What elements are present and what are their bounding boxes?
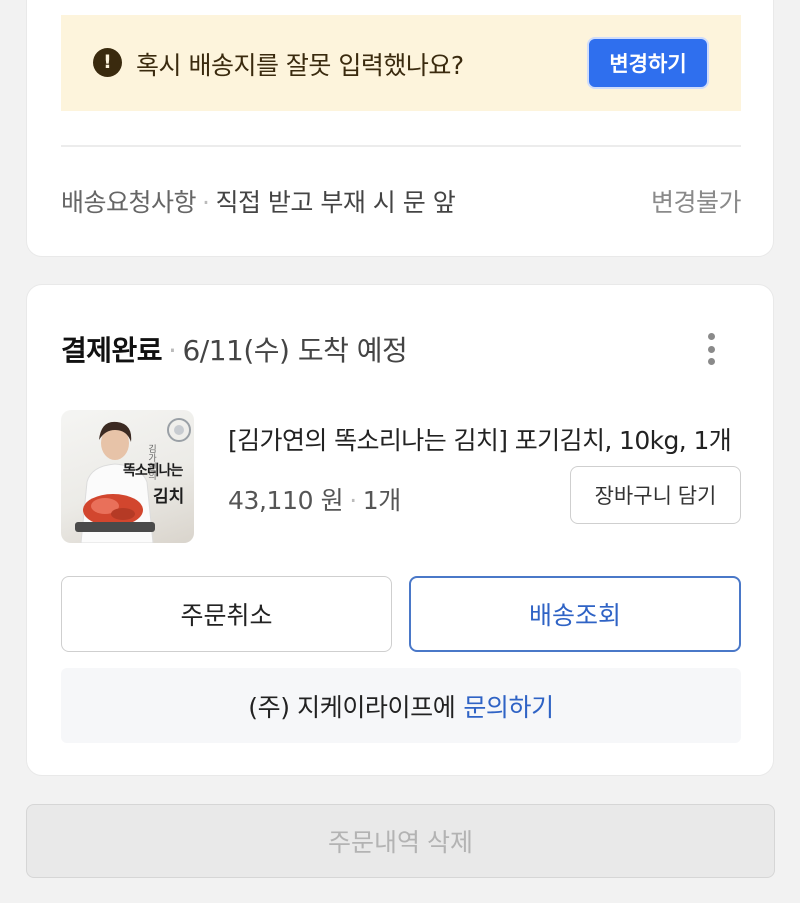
delete-order-button[interactable]: 주문내역 삭제 bbox=[26, 804, 775, 878]
product-price-row: 43,110 원 · 1개 bbox=[228, 481, 401, 517]
delivery-info-card: ! 혹시 배송지를 잘못 입력했나요? 변경하기 배송요청사항 · 직접 받고 부재… bbox=[26, 0, 774, 257]
delivery-request-value: 직접 받고 부재 시 문 앞 bbox=[215, 188, 456, 217]
seller-name: (주) 지케이라이프에 bbox=[248, 692, 456, 722]
product-thumbnail[interactable]: 김가연의 똑소리나는 김치 bbox=[61, 410, 194, 543]
change-address-button[interactable]: 변경하기 bbox=[587, 37, 709, 89]
separator-dot: · bbox=[202, 188, 210, 217]
separator-dot: · bbox=[168, 334, 177, 367]
exclamation-circle-icon: ! bbox=[93, 48, 122, 77]
separator-dot: · bbox=[349, 486, 357, 515]
order-card: 결제완료 · 6/11(수) 도착 예정 김가연의 똑소리나는 김치 [김가연의 똑… bbox=[26, 284, 774, 776]
thumbnail-text2: 김치 bbox=[153, 487, 185, 507]
delivery-request-status: 변경불가 bbox=[650, 188, 742, 217]
order-status: 결제완료 bbox=[61, 334, 163, 367]
arrival-date: 6/11(수) 도착 예정 bbox=[182, 334, 408, 367]
product-name[interactable]: [김가연의 똑소리나는 김치] 포기김치, 10kg, 1개 bbox=[228, 421, 732, 457]
track-delivery-button[interactable]: 배송조회 bbox=[409, 576, 741, 652]
thumbnail-text: 똑소리나는 bbox=[123, 463, 183, 479]
inquiry-link[interactable]: 문의하기 bbox=[463, 688, 554, 724]
cancel-order-button[interactable]: 주문취소 bbox=[61, 576, 392, 652]
divider bbox=[61, 145, 741, 147]
notice-message: 혹시 배송지를 잘못 입력했나요? bbox=[136, 51, 464, 80]
address-notice: ! 혹시 배송지를 잘못 입력했나요? 변경하기 bbox=[61, 15, 741, 111]
seller-inquiry-box: (주) 지케이라이프에 문의하기 bbox=[61, 668, 741, 743]
more-vertical-icon[interactable] bbox=[699, 329, 723, 369]
delivery-request-label: 배송요청사항 bbox=[61, 188, 197, 217]
product-quantity: 1개 bbox=[362, 486, 402, 515]
order-header: 결제완료 · 6/11(수) 도착 예정 bbox=[61, 329, 408, 369]
product-price: 43,110 원 bbox=[228, 486, 344, 515]
add-to-cart-button[interactable]: 장바구니 담기 bbox=[570, 466, 741, 524]
delivery-request-row: 배송요청사항 · 직접 받고 부재 시 문 앞 변경불가 bbox=[61, 183, 742, 219]
